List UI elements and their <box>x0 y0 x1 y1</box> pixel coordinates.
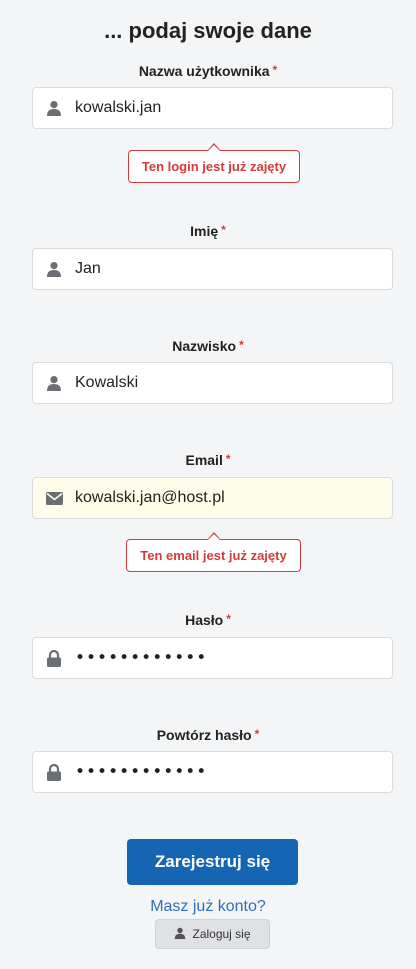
user-icon <box>33 363 75 403</box>
required-mark: * <box>272 63 278 77</box>
envelope-icon <box>33 478 75 518</box>
required-mark: * <box>239 338 244 352</box>
password-input[interactable]: •••••••••••• <box>75 638 392 678</box>
email-error-tooltip: Ten email jest już zajęty <box>126 539 301 572</box>
username-error-tooltip: Ten login jest już zajęty <box>128 150 300 183</box>
page-title: ... podaj swoje dane <box>104 18 312 43</box>
email-field[interactable]: kowalski.jan@host.pl <box>32 477 393 519</box>
first-name-input[interactable]: Jan <box>75 249 392 289</box>
last-name-field[interactable]: Kowalski <box>32 362 393 404</box>
required-mark: * <box>225 452 231 466</box>
last-name-input[interactable]: Kowalski <box>75 363 392 403</box>
login-button[interactable]: Zaloguj się <box>155 919 270 949</box>
last-name-label: Nazwisko * <box>172 338 244 354</box>
user-icon <box>33 249 75 289</box>
register-button[interactable]: Zarejestruj się <box>127 839 298 885</box>
user-icon <box>33 88 75 128</box>
password-label: Hasło * <box>185 612 231 628</box>
user-icon <box>174 927 186 942</box>
password-repeat-input[interactable]: •••••••••••• <box>75 752 392 792</box>
password-repeat-label: Powtórz hasło * <box>156 727 260 743</box>
lock-icon <box>33 638 75 678</box>
required-mark: * <box>221 223 226 237</box>
email-input[interactable]: kowalski.jan@host.pl <box>75 478 392 518</box>
username-input[interactable]: kowalski.jan <box>75 88 392 128</box>
login-button-label: Zaloguj się <box>192 927 251 941</box>
registration-page: ... podaj swoje dane Nazwa użytkownika * … <box>0 0 416 969</box>
first-name-label: Imię * <box>190 223 226 239</box>
username-field[interactable]: kowalski.jan <box>32 87 393 129</box>
required-mark: * <box>254 727 260 741</box>
username-label: Nazwa użytkownika * <box>138 63 278 79</box>
password-field[interactable]: •••••••••••• <box>32 637 393 679</box>
email-label: Email * <box>185 452 231 468</box>
password-repeat-field[interactable]: •••••••••••• <box>32 751 393 793</box>
required-mark: * <box>226 612 231 626</box>
have-account-link[interactable]: Masz już konto? <box>0 898 416 916</box>
first-name-field[interactable]: Jan <box>32 248 393 290</box>
lock-icon <box>33 752 75 792</box>
